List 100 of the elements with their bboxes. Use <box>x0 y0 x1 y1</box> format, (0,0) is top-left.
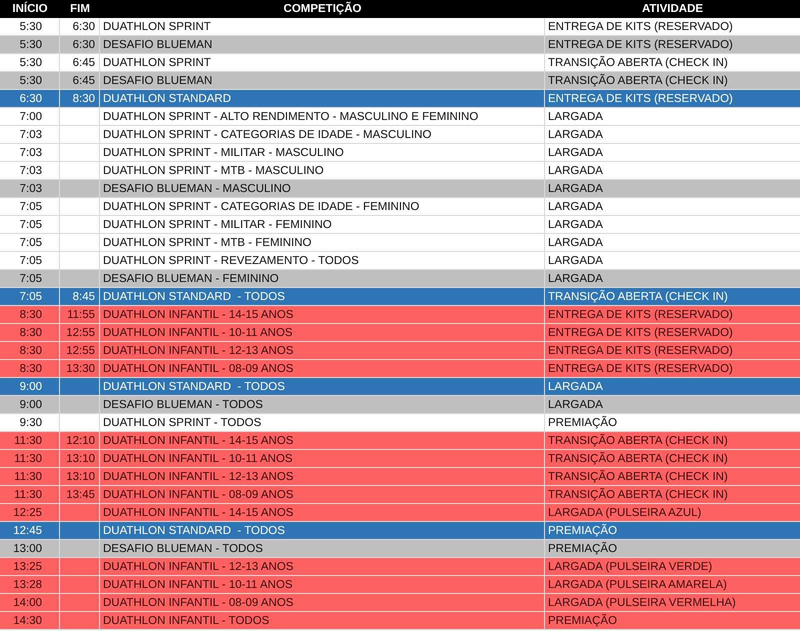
table-cell: LARGADA <box>548 164 603 176</box>
table-cell: 12:10 <box>66 434 95 446</box>
table-cell: 7:05 <box>20 254 42 266</box>
table-cell: ENTREGA DE KITS (RESERVADO) <box>548 362 733 374</box>
table-cell: 13:10 <box>66 452 95 464</box>
table-cell: TRANSIÇÃO ABERTA (CHECK IN) <box>548 488 728 500</box>
table-cell: DUATHLON SPRINT - CATEGORIAS DE IDADE - FEMININO <box>103 200 420 212</box>
table-cell: DESAFIO BLUEMAN - TODOS <box>103 398 263 410</box>
table-cell: ENTREGA DE KITS (RESERVADO) <box>548 326 733 338</box>
table-cell: DUATHLON SPRINT - TODOS <box>103 416 262 428</box>
table-cell: DUATHLON SPRINT - ALTO RENDIMENTO - MASCULINO E FEMININO <box>103 110 478 122</box>
table-cell: PREMIAÇÃO <box>548 542 618 554</box>
table-cell: ENTREGA DE KITS (RESERVADO) <box>548 308 733 320</box>
table-cell: PREMIAÇÃO <box>548 614 618 626</box>
column-header: FIM <box>70 3 90 15</box>
table-cell: 6:30 <box>72 38 95 50</box>
table-cell: LARGADA (PULSEIRA VERDE) <box>548 560 712 572</box>
table-cell: LARGADA <box>548 254 603 266</box>
table-cell: LARGADA <box>548 398 603 410</box>
table-cell: LARGADA (PULSEIRA AMARELA) <box>548 578 727 590</box>
table-cell: DUATHLON INFANTIL - 10-11 ANOS <box>103 578 293 590</box>
table-cell: DUATHLON SPRINT - MTB - MASCULINO <box>103 164 324 176</box>
table-cell: DUATHLON STANDARD - TODOS <box>103 380 285 392</box>
table-cell: TRANSIÇÃO ABERTA (CHECK IN) <box>548 452 728 464</box>
table-cell: TRANSIÇÃO ABERTA (CHECK IN) <box>548 74 728 86</box>
table-cell: LARGADA <box>548 236 603 248</box>
table-cell: 6:30 <box>72 20 95 32</box>
table-cell: 7:05 <box>20 236 42 248</box>
table-cell: DUATHLON INFANTIL - 14-15 ANOS <box>103 506 294 518</box>
table-cell: DESAFIO BLUEMAN - FEMININO <box>103 272 279 284</box>
table-cell: 7:05 <box>20 200 42 212</box>
table-cell: 8:45 <box>72 290 95 302</box>
table-cell: 13:00 <box>13 542 42 554</box>
table-cell: DUATHLON INFANTIL - 08-09 ANOS <box>103 488 294 500</box>
table-cell: DUATHLON INFANTIL - TODOS <box>103 614 270 626</box>
table-cell: 8:30 <box>20 362 42 374</box>
table-cell: 7:03 <box>20 182 42 194</box>
table-cell: ENTREGA DE KITS (RESERVADO) <box>548 92 733 104</box>
table-cell: DUATHLON SPRINT - MILITAR - MASCULINO <box>103 146 344 158</box>
table-cell: 5:30 <box>20 20 42 32</box>
table-cell: 12:55 <box>66 344 95 356</box>
table-cell: 7:05 <box>20 218 42 230</box>
table-cell: ENTREGA DE KITS (RESERVADO) <box>548 20 733 32</box>
table-cell: 12:25 <box>13 506 42 518</box>
table-cell: 7:03 <box>20 146 42 158</box>
table-cell: DUATHLON INFANTIL - 14-15 ANOS <box>103 308 294 320</box>
table-cell: DUATHLON STANDARD <box>103 92 231 104</box>
table-cell: DUATHLON INFANTIL - 10-11 ANOS <box>103 326 293 338</box>
table-cell: PREMIAÇÃO <box>548 416 618 428</box>
table-cell: DUATHLON STANDARD - TODOS <box>103 524 285 536</box>
table-cell: 12:55 <box>66 326 95 338</box>
table-cell: DUATHLON INFANTIL - 08-09 ANOS <box>103 596 294 608</box>
table-cell: TRANSIÇÃO ABERTA (CHECK IN) <box>548 56 728 68</box>
table-cell: DUATHLON SPRINT - MILITAR - FEMININO <box>103 218 332 230</box>
table-cell: LARGADA <box>548 218 603 230</box>
table-cell: DUATHLON STANDARD - TODOS <box>103 290 285 302</box>
table-cell: DUATHLON INFANTIL - 12-13 ANOS <box>103 344 294 356</box>
table-cell: TRANSIÇÃO ABERTA (CHECK IN) <box>548 290 728 302</box>
table-cell: 11:30 <box>14 452 42 464</box>
table-cell: 5:30 <box>20 38 42 50</box>
table-cell: 9:00 <box>20 398 42 410</box>
table-cell: DUATHLON INFANTIL - 12-13 ANOS <box>103 470 294 482</box>
table-cell: 8:30 <box>20 344 42 356</box>
table-cell: DUATHLON INFANTIL - 08-09 ANOS <box>103 362 294 374</box>
table-cell: 13:25 <box>13 560 42 572</box>
table-cell: DESAFIO BLUEMAN - MASCULINO <box>103 182 291 194</box>
table-cell: 6:30 <box>20 92 42 104</box>
table-cell: 6:45 <box>72 74 95 86</box>
table-cell: 8:30 <box>20 326 42 338</box>
table-cell: 7:03 <box>20 128 42 140</box>
table-cell: 7:05 <box>20 272 42 284</box>
table-cell: LARGADA <box>548 380 603 392</box>
table-cell: LARGADA <box>548 200 603 212</box>
table-cell: LARGADA <box>548 182 603 194</box>
table-cell: 13:10 <box>66 470 95 482</box>
table-cell: ENTREGA DE KITS (RESERVADO) <box>548 344 733 356</box>
table-cell: PREMIAÇÃO <box>548 524 618 536</box>
table-cell: 11:30 <box>14 488 42 500</box>
table-cell: 7:05 <box>20 290 42 302</box>
table-cell: DUATHLON INFANTIL - 12-13 ANOS <box>103 560 294 572</box>
table-cell: 11:30 <box>14 434 42 446</box>
table-cell: 5:30 <box>20 74 42 86</box>
table-cell: 14:00 <box>13 596 42 608</box>
column-header: COMPETIÇÃO <box>284 3 362 15</box>
table-cell: 13:30 <box>66 362 95 374</box>
table-cell: 13:45 <box>66 488 95 500</box>
table-cell: TRANSIÇÃO ABERTA (CHECK IN) <box>548 470 728 482</box>
table-cell: DUATHLON SPRINT - REVEZAMENTO - TODOS <box>103 254 359 266</box>
table-cell: LARGADA <box>548 128 603 140</box>
table-cell: DESAFIO BLUEMAN <box>103 38 212 50</box>
table-cell: 8:30 <box>20 308 42 320</box>
table-cell: LARGADA <box>548 146 603 158</box>
table-cell: DUATHLON SPRINT - MTB - FEMININO <box>103 236 312 248</box>
table-cell: 7:03 <box>20 164 42 176</box>
table-cell: 9:00 <box>20 380 42 392</box>
table-cell: DUATHLON INFANTIL - 14-15 ANOS <box>103 434 294 446</box>
table-cell: LARGADA <box>548 272 603 284</box>
table-cell: 11:30 <box>14 470 42 482</box>
table-cell: 11:55 <box>67 308 95 320</box>
table-cell: DUATHLON SPRINT <box>103 56 211 68</box>
